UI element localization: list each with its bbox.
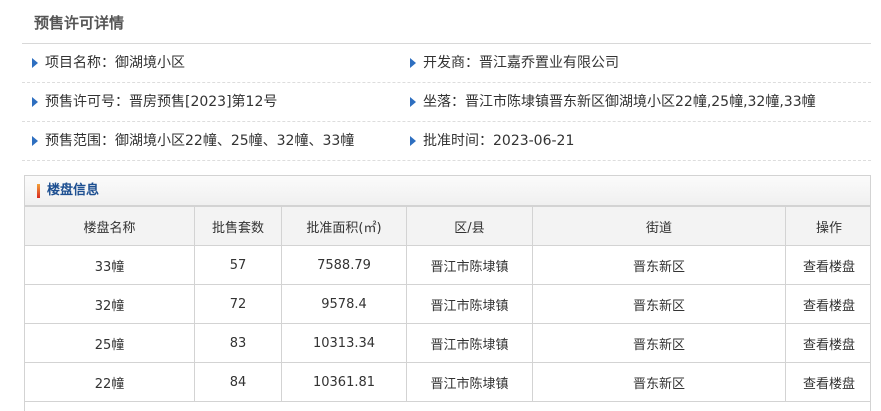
location-text: 坐落：晋江市陈埭镇晋东新区御湖境小区22幢,25幢,32幢,33幢 [423,94,816,110]
view-building-link[interactable]: 查看楼盘 [803,338,855,353]
title-bar-icon [37,184,40,198]
view-building-link[interactable]: 查看楼盘 [803,260,855,275]
column-header-street: 街道 [532,206,786,246]
table-row: 33幢 57 7588.79 晋江市陈埭镇 晋东新区 查看楼盘 [25,245,870,285]
column-header-district: 区/县 [406,206,533,246]
triangle-right-icon [32,136,38,146]
triangle-right-icon [410,136,416,146]
location-field: 坐落：晋江市陈埭镇晋东新区御湖境小区22幢,25幢,32幢,33幢 [410,83,816,121]
column-header-action: 操作 [785,206,870,246]
approval-date-field: 批准时间：2023-06-21 [410,122,574,160]
cell-area: 10361.81 [281,362,407,402]
triangle-right-icon [410,58,416,68]
cell-units: 57 [194,245,282,285]
project-name-field: 项目名称：御湖境小区 [32,44,185,82]
cell-district: 晋江市陈埭镇 [406,284,533,324]
cell-units: 84 [194,362,282,402]
cell-district: 晋江市陈埭镇 [406,323,533,363]
approval-date-text: 批准时间：2023-06-21 [423,133,575,149]
triangle-right-icon [32,97,38,107]
presale-scope-text: 预售范围：御湖境小区22幢、25幢、32幢、33幢 [45,133,355,149]
cell-district: 晋江市陈埭镇 [406,245,533,285]
cell-area: 9578.4 [281,284,407,324]
column-header-area: 批准面积(㎡) [281,206,407,246]
cell-units: 83 [194,323,282,363]
presale-permit-page: 预售许可详情 项目名称：御湖境小区 开发商：晋江嘉乔置业有限公司 预售许可号：晋… [0,0,881,411]
cell-area: 10313.34 [281,323,407,363]
cell-street: 晋东新区 [532,245,786,285]
cell-street: 晋东新区 [532,362,786,402]
info-row-2: 预售许可号：晋房预售[2023]第12号 坐落：晋江市陈埭镇晋东新区御湖境小区2… [22,83,871,122]
cell-building-name: 22幢 [25,362,195,402]
table-header-row: 楼盘名称 批售套数 批准面积(㎡) 区/县 街道 操作 [25,206,870,246]
column-header-building-name: 楼盘名称 [25,206,195,246]
buildings-panel-title: 楼盘信息 [47,183,100,198]
cell-building-name: 25幢 [25,323,195,363]
table-row: 32幢 72 9578.4 晋江市陈埭镇 晋东新区 查看楼盘 [25,284,870,324]
project-name-text: 项目名称：御湖境小区 [45,55,185,71]
view-building-link[interactable]: 查看楼盘 [803,377,855,392]
presale-scope-field: 预售范围：御湖境小区22幢、25幢、32幢、33幢 [32,122,354,160]
cell-district: 晋江市陈埭镇 [406,362,533,402]
cell-action: 查看楼盘 [785,284,870,324]
cell-units: 72 [194,284,282,324]
buildings-panel-header: 楼盘信息 [25,176,870,206]
cell-street: 晋东新区 [532,284,786,324]
permit-number-text: 预售许可号：晋房预售[2023]第12号 [45,94,278,110]
cell-action: 查看楼盘 [785,245,870,285]
permit-number-field: 预售许可号：晋房预售[2023]第12号 [32,83,277,121]
table-row: 22幢 84 10361.81 晋江市陈埭镇 晋东新区 查看楼盘 [25,362,870,402]
view-building-link[interactable]: 查看楼盘 [803,299,855,314]
cell-building-name: 33幢 [25,245,195,285]
page-title: 预售许可详情 [34,14,125,32]
cell-area: 7588.79 [281,245,407,285]
buildings-table: 楼盘名称 批售套数 批准面积(㎡) 区/县 街道 操作 33幢 57 7588.… [25,206,870,402]
buildings-panel: 楼盘信息 楼盘名称 批售套数 批准面积(㎡) 区/县 街道 操作 33幢 57 … [24,175,871,411]
cell-street: 晋东新区 [532,323,786,363]
column-header-units: 批售套数 [194,206,282,246]
developer-field: 开发商：晋江嘉乔置业有限公司 [410,44,619,82]
cell-action: 查看楼盘 [785,362,870,402]
developer-text: 开发商：晋江嘉乔置业有限公司 [423,55,619,71]
cell-action: 查看楼盘 [785,323,870,363]
table-row: 25幢 83 10313.34 晋江市陈埭镇 晋东新区 查看楼盘 [25,323,870,363]
triangle-right-icon [410,97,416,107]
triangle-right-icon [32,58,38,68]
info-row-1: 项目名称：御湖境小区 开发商：晋江嘉乔置业有限公司 [22,44,871,83]
cell-building-name: 32幢 [25,284,195,324]
info-row-3: 预售范围：御湖境小区22幢、25幢、32幢、33幢 批准时间：2023-06-2… [22,122,871,161]
